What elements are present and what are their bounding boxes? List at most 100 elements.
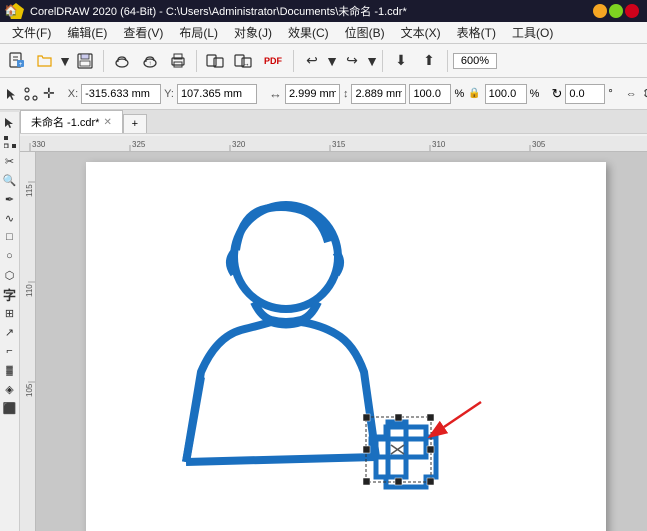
property-bar: ✛ X: Y: ↔ ↕ % 🔒 % ↻ ° ⇔ ⇕ xyxy=(0,78,647,110)
y-input[interactable] xyxy=(177,84,257,104)
menu-bar: 文件(F) 编辑(E) 查看(V) 布局(L) 对象(J) 效果(C) 位图(B… xyxy=(0,22,647,44)
tab-bar: 🏠 未命名 -1.cdr* ✕ + xyxy=(0,110,647,134)
mirror-v-button[interactable]: ⇕ xyxy=(641,81,647,107)
polygon-tool[interactable]: ⬡ xyxy=(1,266,19,284)
undo-button[interactable]: ↩ xyxy=(299,48,325,74)
pct-sign2: % xyxy=(530,88,540,100)
menu-text[interactable]: 文本(X) xyxy=(393,22,449,43)
sep4 xyxy=(382,50,383,72)
sep2 xyxy=(196,50,197,72)
new-tab-button[interactable]: + xyxy=(123,114,147,133)
ruler-horizontal: 330 325 320 315 310 305 xyxy=(20,136,647,152)
svg-text:110: 110 xyxy=(25,284,34,297)
w-input[interactable] xyxy=(285,84,340,104)
h-input[interactable] xyxy=(351,84,406,104)
transform-tool[interactable]: ✛ xyxy=(42,83,56,105)
svg-text:320: 320 xyxy=(232,140,246,149)
cloud2-button[interactable]: ↑ xyxy=(137,48,163,74)
svg-text:325: 325 xyxy=(132,140,146,149)
title-bar: CorelDRAW 2020 (64-Bit) - C:\Users\Admin… xyxy=(0,0,647,22)
canvas-area[interactable] xyxy=(36,152,647,531)
sep5 xyxy=(447,50,448,72)
pdf-button[interactable]: PDF xyxy=(258,48,288,74)
menu-table[interactable]: 表格(T) xyxy=(449,22,504,43)
node-tool[interactable] xyxy=(23,83,39,105)
text-tool[interactable]: 字 xyxy=(1,285,19,303)
drawing-page xyxy=(86,162,606,531)
crop-tool[interactable]: ✂ xyxy=(1,152,19,170)
width-icon: ↔ xyxy=(269,86,282,101)
freehand-tool[interactable]: ✒ xyxy=(1,190,19,208)
node-edit-tool[interactable] xyxy=(1,133,19,151)
smart-fill-tool[interactable]: ⬛ xyxy=(1,399,19,417)
svg-text:305: 305 xyxy=(532,140,546,149)
export-button[interactable]: → xyxy=(230,48,256,74)
select-tool-left[interactable] xyxy=(1,114,19,132)
svg-text:+: + xyxy=(19,62,23,68)
title-text: CorelDRAW 2020 (64-Bit) - C:\Users\Admin… xyxy=(30,3,593,19)
y-label: Y: xyxy=(164,88,174,100)
zoom-tool[interactable]: 🔍 xyxy=(1,171,19,189)
menu-edit[interactable]: 编辑(E) xyxy=(59,22,115,43)
degree-sign: ° xyxy=(608,88,612,100)
pct2-input[interactable] xyxy=(485,84,527,104)
select-tool[interactable] xyxy=(4,83,20,105)
undo-dropdown[interactable]: ▼ xyxy=(327,48,337,74)
svg-text:115: 115 xyxy=(25,184,34,197)
tab-close-button[interactable]: ✕ xyxy=(103,117,111,128)
mirror-h-button[interactable]: ⇔ xyxy=(625,81,638,107)
left-toolbox: ✂ 🔍 ✒ ∿ □ ○ ⬡ 字 ⊞ ↗ ⌐ ▓ ◈ ⬛ xyxy=(0,112,20,531)
svg-text:↑: ↑ xyxy=(149,61,152,67)
svg-text:315: 315 xyxy=(332,140,346,149)
sep3 xyxy=(293,50,294,72)
zoom-level[interactable]: 600% xyxy=(453,53,497,69)
rotate-icon: ↻ xyxy=(551,86,562,102)
menu-view[interactable]: 查看(V) xyxy=(115,22,171,43)
tab-label: 未命名 -1.cdr* xyxy=(31,114,99,130)
svg-text:310: 310 xyxy=(432,140,446,149)
curve-tool[interactable]: ∿ xyxy=(1,209,19,227)
ellipse-tool[interactable]: ○ xyxy=(1,247,19,265)
menu-object[interactable]: 对象(J) xyxy=(226,22,280,43)
pct1-input[interactable] xyxy=(409,84,451,104)
minimize-button[interactable] xyxy=(593,4,607,18)
import-button[interactable] xyxy=(202,48,228,74)
open-dropdown[interactable]: ▼ xyxy=(60,48,70,74)
svg-text:330: 330 xyxy=(32,140,46,149)
active-tab[interactable]: 未命名 -1.cdr* ✕ xyxy=(20,110,123,133)
page-nav-left[interactable]: 🏠 xyxy=(4,4,18,17)
redo-dropdown[interactable]: ▼ xyxy=(367,48,377,74)
x-label: X: xyxy=(68,88,78,100)
maximize-button[interactable] xyxy=(609,4,623,18)
menu-file[interactable]: 文件(F) xyxy=(4,22,59,43)
cloud-button[interactable] xyxy=(109,48,135,74)
menu-effects[interactable]: 效果(C) xyxy=(280,22,337,43)
angle-input[interactable] xyxy=(565,84,605,104)
svg-text:→: → xyxy=(242,59,250,68)
sep1 xyxy=(103,50,104,72)
menu-bitmap[interactable]: 位图(B) xyxy=(337,22,393,43)
canvas-svg xyxy=(86,162,606,531)
pct-sign1: % xyxy=(454,88,464,100)
fill-tool[interactable]: ◈ xyxy=(1,380,19,398)
dimension-tool[interactable]: ↗ xyxy=(1,323,19,341)
redo-button[interactable]: ↪ xyxy=(339,48,365,74)
x-input[interactable] xyxy=(81,84,161,104)
nav-down-button[interactable]: ⬇ xyxy=(388,48,414,74)
open-button[interactable] xyxy=(32,48,58,74)
lock-button[interactable]: 🔒 xyxy=(467,85,481,103)
main-toolbar: + ▼ ↑ → PDF ↩ ▼ ↪ ▼ ⬇ ⬆ 600% xyxy=(0,44,647,78)
close-button[interactable] xyxy=(625,4,639,18)
blend-tool[interactable]: ▓ xyxy=(1,361,19,379)
svg-text:105: 105 xyxy=(25,383,34,397)
table-tool[interactable]: ⊞ xyxy=(1,304,19,322)
new-button[interactable]: + xyxy=(4,48,30,74)
connector-tool[interactable]: ⌐ xyxy=(1,342,19,360)
window-controls[interactable] xyxy=(593,4,639,18)
rectangle-tool[interactable]: □ xyxy=(1,228,19,246)
print-button[interactable] xyxy=(165,48,191,74)
menu-layout[interactable]: 布局(L) xyxy=(171,22,226,43)
menu-tools[interactable]: 工具(O) xyxy=(504,22,561,43)
save-button[interactable] xyxy=(72,48,98,74)
nav-up-button[interactable]: ⬆ xyxy=(416,48,442,74)
